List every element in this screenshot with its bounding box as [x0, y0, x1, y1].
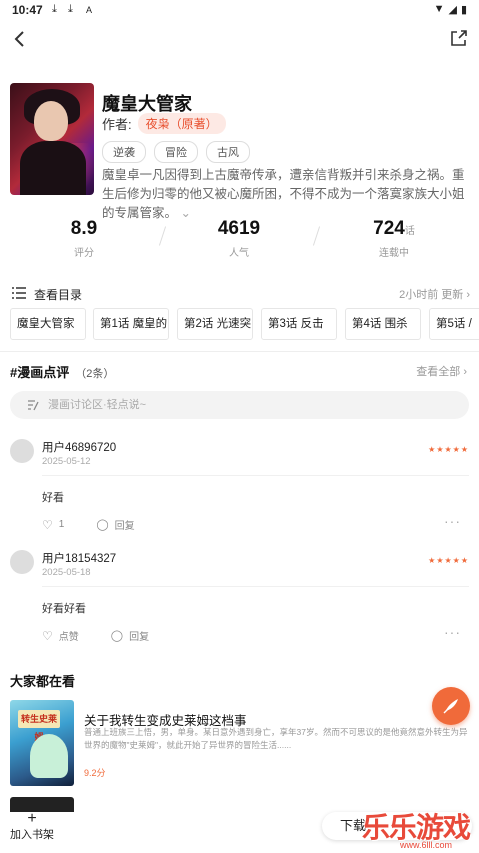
share-icon[interactable] — [449, 28, 469, 48]
like-button[interactable]: ♡ 点赞 — [42, 628, 79, 644]
edit-icon — [28, 400, 39, 411]
battery-icon: ▮ — [460, 4, 467, 16]
tag[interactable]: 古风 — [206, 141, 250, 163]
chapter-list: 魔皇大管家 第1话 魔皇的... 第2话 光速突... 第3话 反击 第4话 围… — [10, 308, 479, 340]
chapter-item[interactable]: 第1话 魔皇的... — [93, 308, 169, 340]
tag-list: 逆袭 冒险 古风 — [102, 141, 250, 163]
reviews-title: #漫画点评 （2条） — [10, 365, 115, 380]
stats-row: 8.9 评分 4619 人气 724话 连载中 — [0, 218, 479, 262]
download-icon: ⤓ — [68, 3, 73, 15]
rating-stars: ★★★★★ — [428, 445, 469, 454]
rating-stars: ★★★★★ — [428, 556, 469, 565]
chapter-item[interactable]: 第2话 光速突... — [177, 308, 253, 340]
divider — [42, 586, 469, 587]
status-time: 10:47 — [12, 3, 43, 17]
author-name[interactable]: 夜枭（原著） — [137, 113, 226, 134]
top-bar — [0, 24, 479, 56]
view-all-link[interactable]: 查看全部 › — [416, 363, 467, 379]
review-item: 用户18154327 2025-05-18 ★★★★★ 好看好看 ♡ 点赞 ◯ 回复… — [10, 550, 469, 644]
heart-icon: ♡ — [42, 517, 53, 532]
reply-button[interactable]: ◯ 回复 — [96, 517, 134, 532]
recommend-cover: 转生史莱姆 — [10, 700, 74, 786]
tag[interactable]: 逆袭 — [102, 141, 146, 163]
review-item: 用户46896720 2025-05-12 ★★★★★ 好看 ♡ 1 ◯ 回复 ··… — [10, 439, 469, 532]
chapter-item[interactable]: 第5话 / — [429, 308, 479, 340]
recommend-book-score: 9.2分 — [84, 768, 106, 778]
avatar[interactable] — [10, 550, 34, 574]
catalog-header[interactable]: 查看目录 2小时前 更新 › — [10, 285, 470, 303]
review-user[interactable]: 用户18154327 — [42, 550, 116, 566]
review-date: 2025-05-12 — [42, 456, 91, 467]
author-label: 作者: — [102, 117, 132, 132]
add-to-shelf-button[interactable]: + 加入书架 — [8, 810, 56, 842]
book-cover — [10, 83, 94, 195]
watermark-logo: 乐乐游戏 www.6lll.com — [362, 811, 471, 850]
comment-icon: ◯ — [96, 519, 109, 531]
cover-title: 转生史莱姆 — [18, 710, 60, 742]
recommend-title: 大家都在看 — [10, 674, 76, 689]
chapter-item[interactable]: 魔皇大管家 — [10, 308, 86, 340]
book-author: 作者: 夜枭（原著） — [102, 113, 226, 134]
avatar[interactable] — [10, 439, 34, 463]
quill-icon — [443, 699, 458, 714]
more-icon[interactable]: ··· — [444, 624, 461, 640]
catalog-update: 2小时前 更新 › — [399, 289, 470, 301]
reviews-count: （2条） — [75, 368, 115, 380]
chapter-item[interactable]: 第3话 反击 — [261, 308, 337, 340]
review-text: 好看好看 — [42, 603, 86, 615]
wifi-icon: ▼ — [433, 3, 445, 15]
signal-icon: ◢ — [448, 4, 457, 16]
back-arrow-icon[interactable] — [10, 26, 32, 52]
book-description[interactable]: 魔皇卓一凡因得到上古魔帝传承，遭亲信背叛并引来杀身之祸。重生后修为归零的他又被心… — [102, 166, 468, 223]
comment-placeholder: 漫画讨论区·轻点说~ — [48, 399, 147, 411]
review-date: 2025-05-18 — [42, 567, 91, 578]
plus-icon: + — [27, 810, 37, 827]
download-icon: ⤓ — [52, 3, 57, 15]
divider — [0, 351, 479, 352]
chapter-item[interactable]: 第4话 围杀 — [345, 308, 421, 340]
tag[interactable]: 冒险 — [154, 141, 198, 163]
stat-rating: 8.9 评分 — [70, 218, 98, 259]
stat-chapters: 724话 连载中 — [373, 218, 415, 259]
list-icon — [12, 287, 26, 299]
divider — [42, 475, 469, 476]
a-icon: A — [86, 5, 93, 15]
write-comment-button[interactable] — [432, 687, 470, 725]
like-button[interactable]: ♡ 1 — [42, 518, 64, 532]
comment-input[interactable]: 漫画讨论区·轻点说~ — [10, 391, 469, 419]
reply-button[interactable]: ◯ 回复 — [111, 628, 149, 643]
heart-icon: ♡ — [42, 628, 53, 643]
stat-popularity: 4619 人气 — [217, 218, 261, 259]
recommend-book-desc: 普通上班族三上悟，男，单身。某日意外遇到身亡，享年37岁。然而不可思议的是他竟然… — [84, 727, 468, 750]
recommend-item[interactable]: 转生史莱姆 关于我转生变成史莱姆这档事 普通上班族三上悟，男，单身。某日意外遇到… — [10, 700, 470, 786]
review-text: 好看 — [42, 492, 64, 504]
more-icon[interactable]: ··· — [444, 513, 461, 529]
comment-icon: ◯ — [110, 630, 124, 642]
catalog-label: 查看目录 — [34, 288, 83, 302]
status-bar: 10:47 ⤓ ⤓ A ▼ ◢ ▮ — [0, 0, 479, 20]
review-user[interactable]: 用户46896720 — [42, 439, 116, 455]
